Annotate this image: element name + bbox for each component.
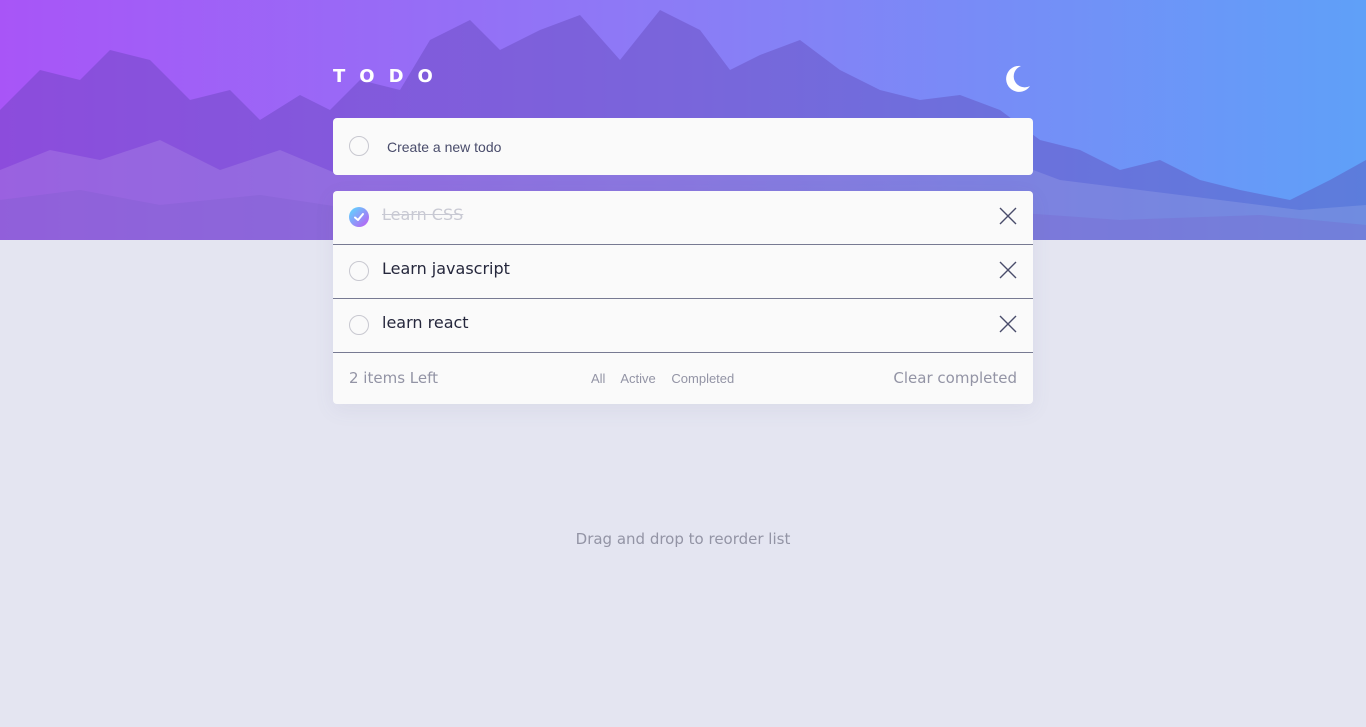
todo-item[interactable]: learn react (333, 299, 1033, 353)
completed-checkbox[interactable] (349, 207, 369, 227)
delete-todo-button[interactable] (999, 315, 1017, 333)
drag-drop-hint: Drag and drop to reorder list (575, 530, 791, 548)
app-title: TODO (333, 66, 447, 87)
todo-item-text: Learn javascript (382, 259, 510, 278)
filter-group: All Active Completed (591, 371, 746, 386)
new-todo-circle-icon (349, 136, 369, 156)
app-header: TODO (333, 60, 1033, 100)
close-icon (999, 315, 1017, 333)
close-icon (999, 207, 1017, 225)
items-left-count: 2 items Left (349, 369, 439, 387)
close-icon (999, 261, 1017, 279)
todo-checkbox[interactable] (349, 315, 369, 335)
todo-item-text: Learn CSS (382, 205, 464, 224)
todo-footer: 2 items Left All Active Completed Clear … (333, 353, 1033, 404)
todo-checkbox[interactable] (349, 261, 369, 281)
delete-todo-button[interactable] (999, 261, 1017, 279)
check-icon (354, 213, 364, 221)
todo-list: Learn CSS Learn javascript learn react 2… (333, 191, 1033, 404)
new-todo-bar (333, 118, 1033, 175)
delete-todo-button[interactable] (999, 207, 1017, 225)
todo-item[interactable]: Learn javascript (333, 245, 1033, 299)
moon-icon (1006, 65, 1030, 92)
todo-item-text: learn react (382, 313, 469, 332)
filter-active[interactable]: Active (620, 371, 655, 386)
filter-completed[interactable]: Completed (671, 371, 734, 386)
filter-all[interactable]: All (591, 371, 605, 386)
todo-item[interactable]: Learn CSS (333, 191, 1033, 245)
clear-completed-button[interactable]: Clear completed (893, 369, 1017, 387)
new-todo-input[interactable] (385, 134, 1009, 160)
theme-toggle-button[interactable] (1001, 62, 1033, 94)
